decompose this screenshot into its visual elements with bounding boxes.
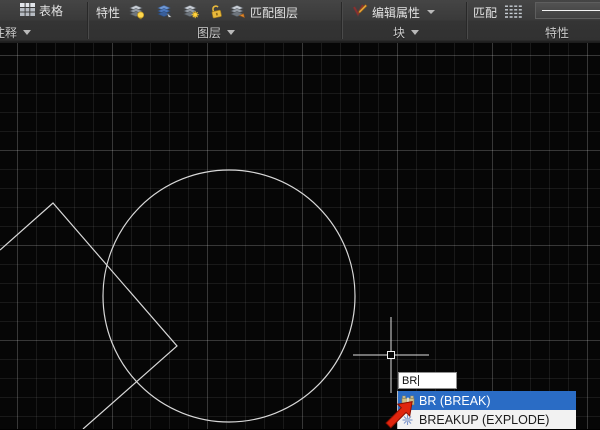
panel-separator (341, 2, 343, 39)
panel-title-block[interactable]: 块 (393, 24, 419, 41)
edit-attribute-icon (352, 3, 368, 21)
command-input-value: BR (402, 375, 417, 387)
drawing-geometry (0, 43, 600, 429)
text-caret (418, 375, 419, 386)
panel-separator (466, 2, 468, 39)
table-tool-button[interactable]: 表格 (20, 2, 63, 19)
panel-expand-arrow-icon (227, 30, 235, 35)
drawn-circle[interactable] (103, 170, 355, 422)
panel-separator (87, 2, 89, 39)
autocomplete-item-break[interactable]: BR (BREAK) (398, 391, 576, 410)
layer-bring-button[interactable] (227, 2, 247, 21)
panel-title-annotation[interactable]: 注释 (0, 24, 31, 41)
layer-unlock-button[interactable] (206, 2, 226, 21)
layer-properties-label: 特性 (96, 4, 120, 21)
layer-properties-button[interactable]: 特性 (96, 4, 120, 21)
autocomplete-item-label: BREAKUP (EXPLODE) (419, 413, 549, 427)
layer-off-icon (128, 3, 145, 20)
dropdown-arrow-icon (427, 10, 435, 14)
layer-isolate-icon (156, 3, 173, 20)
red-arrow-shape (386, 402, 412, 428)
table-tool-label: 表格 (39, 2, 63, 19)
layer-isolate-button[interactable] (154, 2, 174, 21)
autocad-window: { "ribbon": { "annotation_panel": { "lab… (0, 0, 600, 429)
ribbon: 表格 注释 特性 (0, 0, 600, 43)
command-autocomplete-list: BR (BREAK) BREAKUP (EXPLODE) (397, 391, 576, 429)
layer-off-button[interactable] (126, 2, 146, 21)
autocomplete-item-breakup[interactable]: BREAKUP (EXPLODE) (398, 410, 576, 429)
panel-title-properties[interactable]: 特性 (545, 24, 569, 41)
linetype-list-button[interactable] (502, 2, 526, 21)
panel-title-layers[interactable]: 图层 (197, 24, 235, 41)
edit-attribute-button[interactable]: 编辑属性 (352, 3, 435, 21)
layer-freeze-icon (182, 3, 200, 20)
match-properties-label: 匹配 (473, 4, 497, 21)
match-layer-label: 匹配图层 (250, 4, 298, 21)
continuous-linetype-preview (542, 10, 600, 11)
edit-attribute-label: 编辑属性 (372, 4, 420, 21)
red-arrow-cursor-icon (381, 398, 415, 430)
dashed-lines-icon (504, 4, 524, 19)
autocomplete-item-label: BR (BREAK) (419, 394, 491, 408)
match-layer-button[interactable]: 匹配图层 (250, 4, 298, 21)
crosshair-pickbox (388, 352, 395, 359)
match-properties-button[interactable]: 匹配 (473, 4, 497, 21)
panel-expand-arrow-icon (23, 30, 31, 35)
panel-expand-arrow-icon (411, 30, 419, 35)
layer-bring-icon (229, 3, 246, 20)
command-input[interactable]: BR (398, 372, 457, 389)
layer-freeze-button[interactable] (181, 2, 201, 21)
table-grid-icon (20, 3, 35, 19)
linetype-preview-select[interactable] (535, 2, 600, 19)
layer-unlock-icon (208, 3, 225, 20)
